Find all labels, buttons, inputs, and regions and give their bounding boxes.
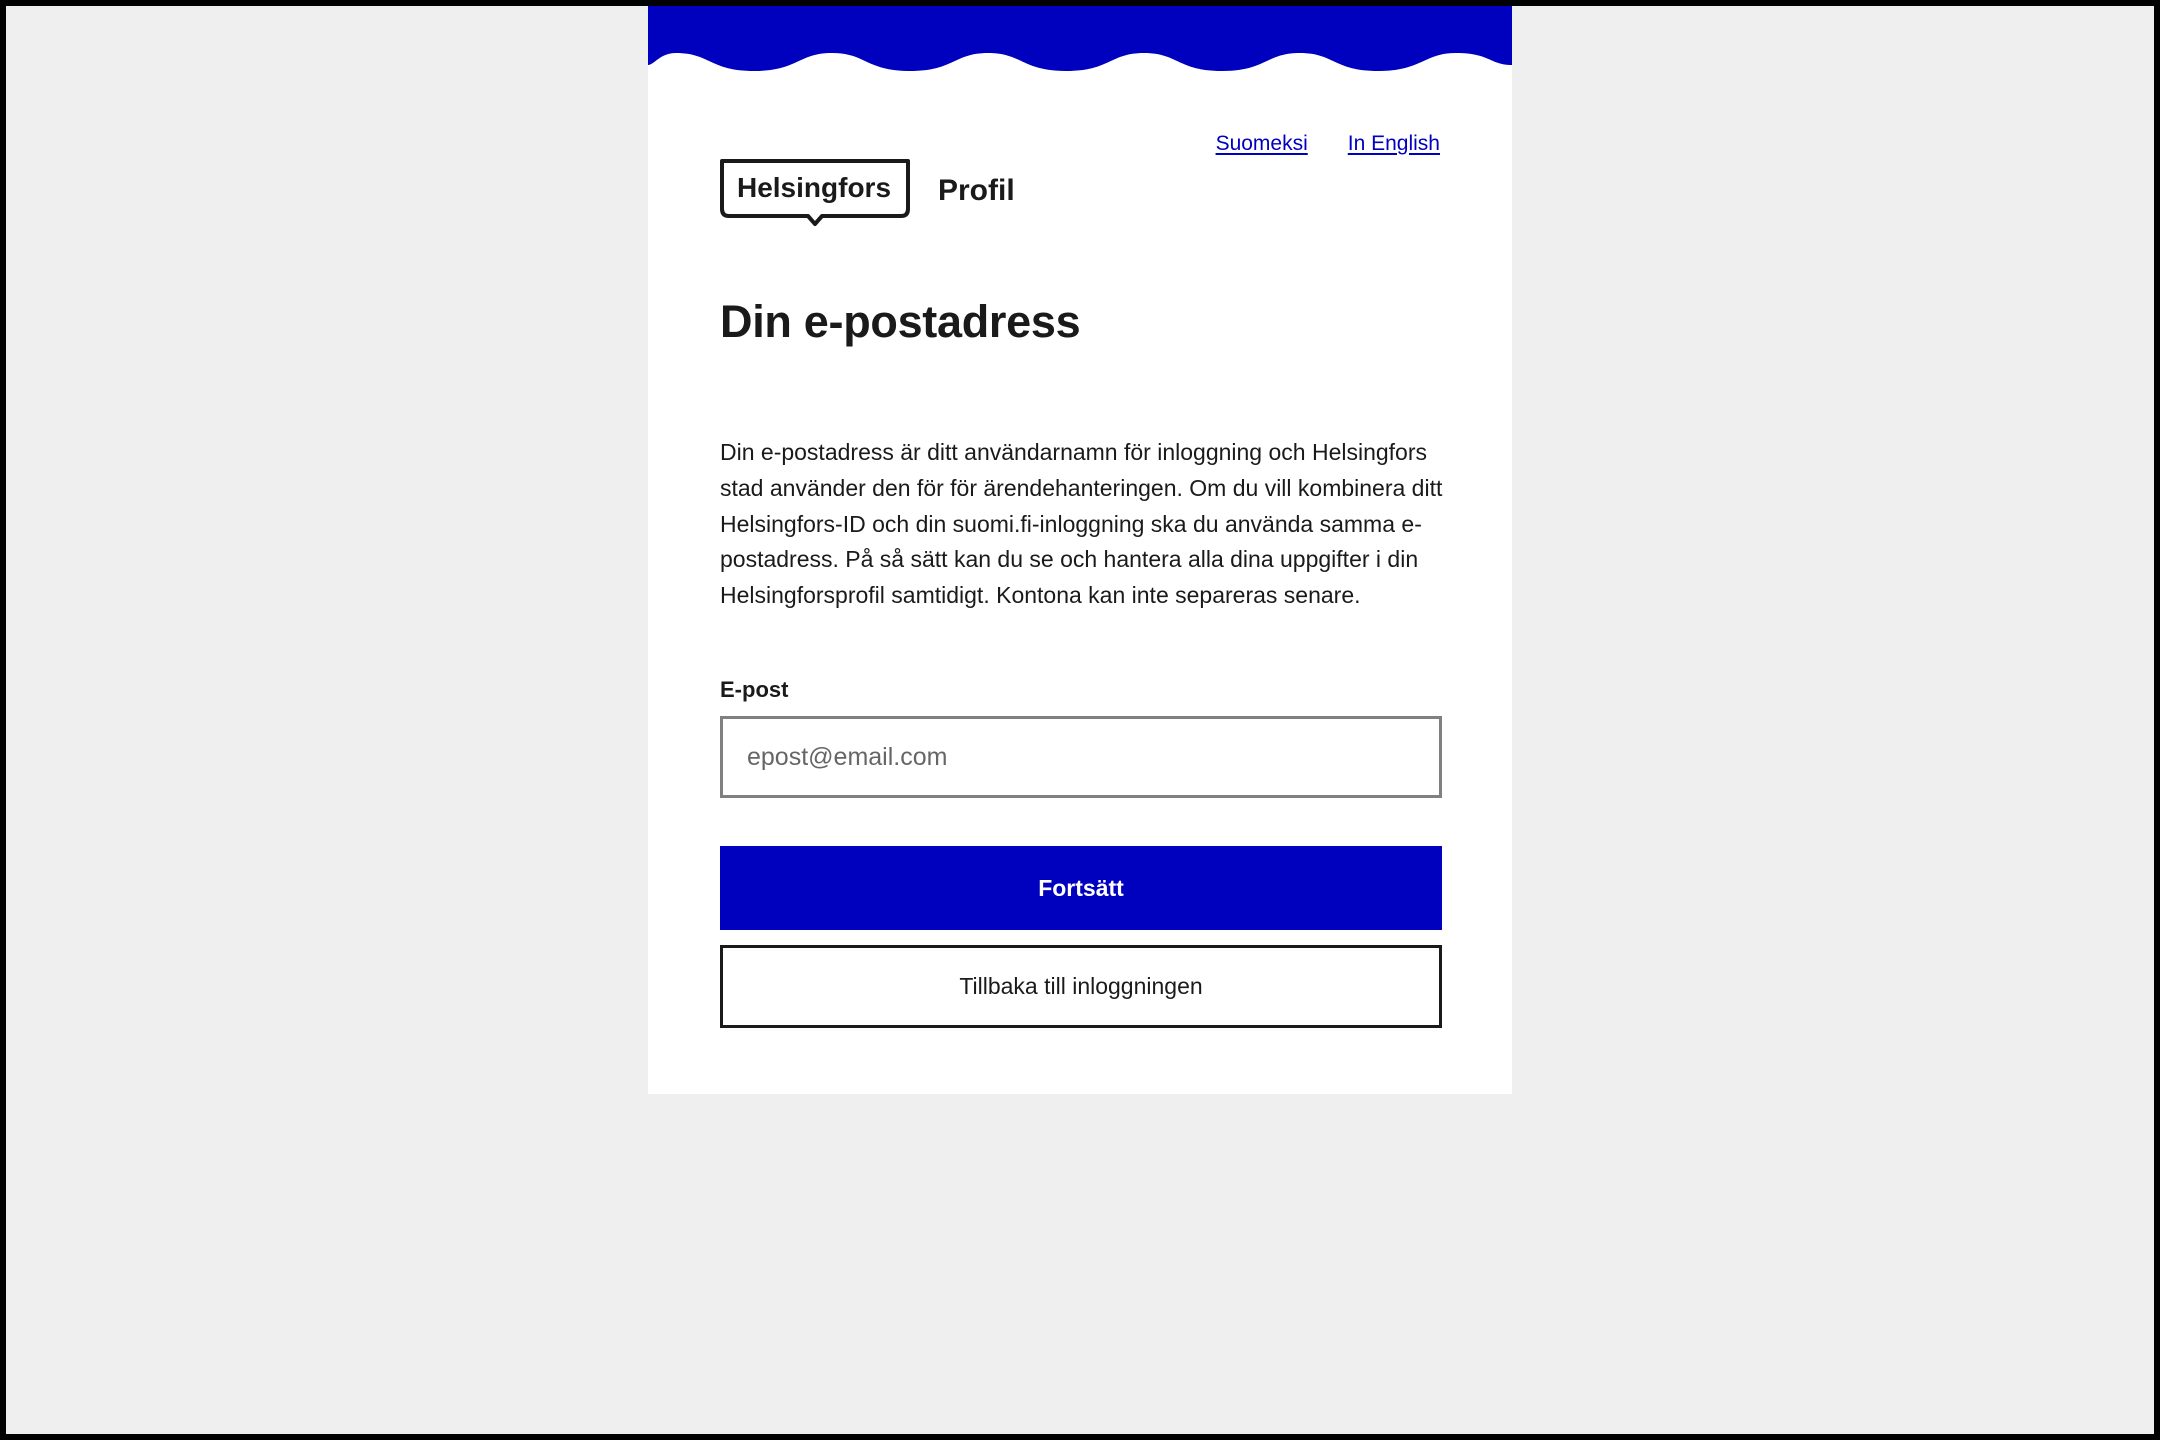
email-description: Din e-postadress är ditt användarnamn fö… <box>720 439 1443 609</box>
continue-button[interactable]: Fortsätt <box>720 846 1442 930</box>
helsingfors-logo-text: Helsingfors <box>736 172 892 203</box>
back-to-login-button[interactable]: Tillbaka till inloggningen <box>720 945 1442 1028</box>
login-card: Suomeksi In English Helsingfors Profil D… <box>648 6 1512 1094</box>
page-title: Din e-postadress <box>720 296 1081 347</box>
language-link-english[interactable]: In English <box>1348 130 1440 158</box>
wave-header-decoration <box>648 6 1512 71</box>
page-background: Suomeksi In English Helsingfors Profil D… <box>6 6 2154 1434</box>
email-input[interactable] <box>720 716 1442 798</box>
email-label: E-post <box>720 677 789 702</box>
wave-shape <box>648 6 1512 71</box>
language-link-finnish[interactable]: Suomeksi <box>1216 130 1308 158</box>
app-name: Profil <box>938 174 1015 207</box>
language-selector: Suomeksi In English <box>1216 130 1440 158</box>
